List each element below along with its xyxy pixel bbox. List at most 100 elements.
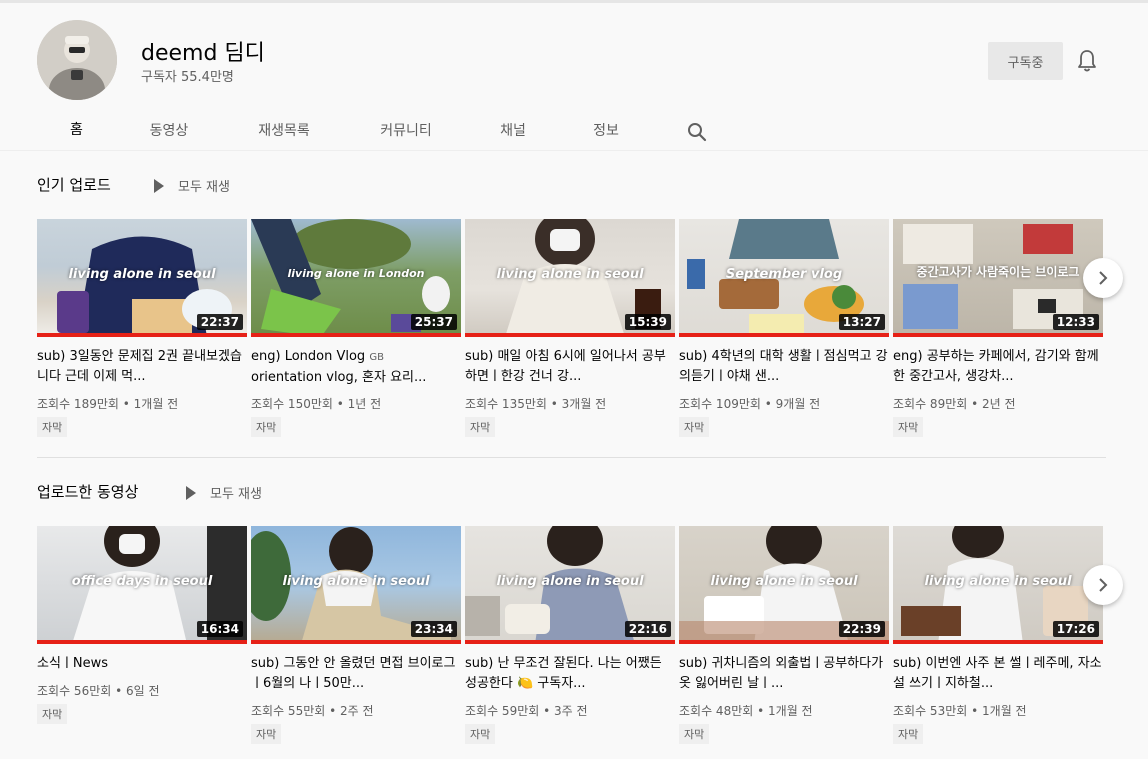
- video-thumbnail[interactable]: living alone in London 25:37: [251, 219, 461, 337]
- video-title[interactable]: sub) 3일동안 문제집 2권 끝내보겠습니다 근데 이제 먹...: [37, 347, 247, 387]
- video-card[interactable]: living alone in seoul 22:16 sub) 난 무조건 잘…: [465, 526, 675, 744]
- video-thumbnail[interactable]: living alone in seoul 17:26: [893, 526, 1103, 644]
- video-views: 조회수 135만회: [465, 397, 547, 411]
- thumbnail-caption: living alone in seoul: [710, 574, 858, 589]
- channel-avatar[interactable]: [37, 20, 117, 100]
- watch-progress-bar: [251, 640, 461, 644]
- video-duration: 22:39: [838, 621, 885, 637]
- play-icon: [154, 178, 164, 193]
- video-views: 조회수 189만회: [37, 397, 119, 411]
- video-thumbnail[interactable]: office days in seoul 16:34: [37, 526, 247, 644]
- video-age: 1개월 전: [768, 704, 813, 718]
- caption-badge: 자막: [37, 704, 68, 724]
- video-views: 조회수 48만회: [679, 704, 754, 718]
- watch-progress-bar: [465, 640, 675, 644]
- tab-playlists[interactable]: 재생목록: [244, 107, 324, 153]
- section-title-uploads: 업로드한 동영상: [37, 483, 139, 501]
- watch-progress-bar: [37, 640, 247, 644]
- caption-badge: 자막: [251, 724, 282, 744]
- caption-badge: 자막: [893, 417, 924, 437]
- video-views: 조회수 89만회: [893, 397, 968, 411]
- video-card[interactable]: living alone in seoul 22:39 sub) 귀차니즘의 외…: [679, 526, 889, 744]
- video-thumbnail[interactable]: living alone in seoul 22:16: [465, 526, 675, 644]
- caption-badge: 자막: [37, 417, 68, 437]
- video-meta: 조회수 56만회 • 6일 전: [37, 684, 160, 698]
- video-card[interactable]: living alone in London 25:37 eng) London…: [251, 219, 461, 437]
- caption-badge: 자막: [679, 417, 710, 437]
- video-card[interactable]: office days in seoul 16:34 소식ㅣNews 조회수 5…: [37, 526, 247, 724]
- next-shelf-button[interactable]: [1083, 565, 1123, 605]
- thumbnail-caption: office days in seoul: [71, 574, 213, 589]
- caption-badge: 자막: [251, 417, 282, 437]
- video-title[interactable]: sub) 그동안 안 올렸던 면접 브이로그ㅣ6월의 나ㅣ50만...: [251, 654, 461, 694]
- video-card[interactable]: living alone in seoul 17:26 sub) 이번엔 사주 …: [893, 526, 1103, 744]
- channel-name: deemd 딤디: [141, 41, 265, 66]
- video-card[interactable]: living alone in seoul 15:39 sub) 매일 아침 6…: [465, 219, 675, 437]
- section-title-popular: 인기 업로드: [37, 176, 111, 194]
- section-divider: [37, 457, 1106, 458]
- video-meta: 조회수 55만회 • 2주 전: [251, 704, 374, 718]
- video-title[interactable]: eng) 공부하는 카페에서, 감기와 함께한 중간고사, 생강차...: [893, 347, 1103, 387]
- search-icon[interactable]: [686, 121, 708, 143]
- subscribed-button[interactable]: 구독중: [988, 42, 1063, 80]
- channel-home-content: 인기 업로드 모두 재생 living alone in seoul 22:37…: [0, 150, 1148, 759]
- video-meta: 조회수 150만회 • 1년 전: [251, 397, 382, 411]
- tab-about[interactable]: 정보: [580, 107, 632, 153]
- video-meta: 조회수 109만회 • 9개월 전: [679, 397, 821, 411]
- video-age: 3주 전: [554, 704, 588, 718]
- video-duration: 15:39: [624, 314, 671, 330]
- play-all-popular-button[interactable]: 모두 재생: [154, 176, 230, 195]
- video-thumbnail[interactable]: September vlog 13:27: [679, 219, 889, 337]
- video-duration: 16:34: [196, 621, 243, 637]
- video-title[interactable]: 소식ㅣNews: [37, 654, 247, 674]
- tab-community[interactable]: 커뮤니티: [364, 107, 448, 153]
- play-all-uploads-button[interactable]: 모두 재생: [186, 483, 262, 502]
- bell-icon[interactable]: [1076, 49, 1098, 73]
- thumbnail-caption: living alone in seoul: [68, 267, 216, 282]
- channel-header: deemd 딤디 구독자 55.4만명 구독중 홈 동영상 재생목록 커뮤니티 …: [0, 0, 1148, 153]
- video-age: 1개월 전: [133, 397, 179, 411]
- video-age: 3개월 전: [561, 397, 607, 411]
- video-title[interactable]: sub) 난 무조건 잘된다. 나는 어쨌든 성공한다 🍋 구독자...: [465, 654, 675, 694]
- video-thumbnail[interactable]: living alone in seoul 23:34: [251, 526, 461, 644]
- next-shelf-button[interactable]: [1083, 258, 1123, 298]
- video-card[interactable]: September vlog 13:27 sub) 4학년의 대학 생활ㅣ점심먹…: [679, 219, 889, 437]
- video-thumbnail[interactable]: living alone in seoul 22:39: [679, 526, 889, 644]
- caption-badge: 자막: [465, 724, 496, 744]
- video-card[interactable]: living alone in seoul 23:34 sub) 그동안 안 올…: [251, 526, 461, 744]
- video-title[interactable]: sub) 이번엔 사주 본 썰ㅣ레주메, 자소설 쓰기ㅣ지하철...: [893, 654, 1103, 694]
- video-title[interactable]: sub) 4학년의 대학 생활ㅣ점심먹고 강의듣기ㅣ야채 샌...: [679, 347, 889, 387]
- play-all-label: 모두 재생: [210, 487, 262, 502]
- video-title[interactable]: sub) 귀차니즘의 외출법ㅣ공부하다가 옷 잃어버린 날ㅣ...: [679, 654, 889, 694]
- video-thumbnail[interactable]: living alone in seoul 22:37: [37, 219, 247, 337]
- watch-progress-bar: [251, 333, 461, 337]
- video-title[interactable]: eng) London Vlog GB orientation vlog, 혼자 …: [251, 347, 461, 387]
- video-card[interactable]: 중간고사가 사람죽이는 브이로그 12:33 eng) 공부하는 카페에서, 감…: [893, 219, 1103, 437]
- video-title[interactable]: sub) 매일 아침 6시에 일어나서 공부하면ㅣ한강 건너 강...: [465, 347, 675, 387]
- channel-tabs: 홈 동영상 재생목록 커뮤니티 채널 정보: [0, 107, 760, 153]
- watch-progress-bar: [679, 640, 889, 644]
- caption-badge: 자막: [679, 724, 710, 744]
- thumbnail-caption: 중간고사가 사람죽이는 브이로그: [916, 265, 1080, 279]
- watch-progress-bar: [37, 333, 247, 337]
- video-views: 조회수 150만회: [251, 397, 333, 411]
- tab-videos[interactable]: 동영상: [130, 107, 208, 153]
- chevron-right-icon: [1099, 578, 1108, 592]
- tab-home[interactable]: 홈: [37, 107, 116, 153]
- video-age: 1개월 전: [982, 704, 1027, 718]
- video-card[interactable]: living alone in seoul 22:37 sub) 3일동안 문제…: [37, 219, 247, 437]
- tab-channels[interactable]: 채널: [486, 107, 540, 153]
- video-title-main: eng) London Vlog: [251, 349, 366, 364]
- video-age: 2주 전: [340, 704, 374, 718]
- video-thumbnail[interactable]: 중간고사가 사람죽이는 브이로그 12:33: [893, 219, 1103, 337]
- video-views: 조회수 56만회: [37, 684, 112, 698]
- video-thumbnail[interactable]: living alone in seoul 15:39: [465, 219, 675, 337]
- video-meta: 조회수 89만회 • 2년 전: [893, 397, 1016, 411]
- video-age: 1년 전: [347, 397, 382, 411]
- video-title-rest: orientation vlog, 혼자 요리...: [251, 370, 427, 385]
- thumbnail-caption: living alone in London: [287, 267, 425, 280]
- video-age: 9개월 전: [775, 397, 821, 411]
- video-views: 조회수 55만회: [251, 704, 326, 718]
- thumbnail-caption: living alone in seoul: [496, 267, 644, 282]
- watch-progress-bar: [893, 640, 1103, 644]
